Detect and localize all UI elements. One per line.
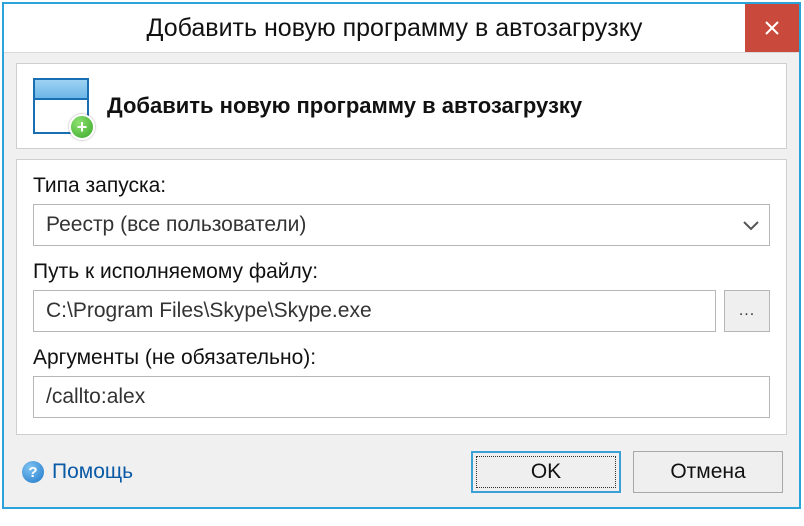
dialog-window: Добавить новую программу в автозагрузку …	[2, 2, 801, 509]
header-title: Добавить новую программу в автозагрузку	[107, 93, 582, 119]
help-icon: ?	[22, 461, 44, 483]
launch-type-select[interactable]: Реестр (все пользователи)	[33, 204, 770, 246]
titlebar: Добавить новую программу в автозагрузку	[4, 4, 799, 52]
header-panel: + Добавить новую программу в автозагрузк…	[16, 63, 787, 149]
args-label: Аргументы (не обязательно):	[33, 346, 770, 370]
launch-type-label: Типа запуска:	[33, 174, 770, 198]
ok-button[interactable]: OK	[471, 451, 621, 493]
help-label: Помощь	[52, 460, 133, 484]
browse-button[interactable]: ...	[724, 290, 770, 332]
window-title: Добавить новую программу в автозагрузку	[4, 4, 745, 52]
help-link[interactable]: ? Помощь	[22, 460, 133, 484]
form-panel: Типа запуска: Реестр (все пользователи) …	[16, 159, 787, 435]
launch-type-value: Реестр (все пользователи)	[46, 213, 306, 237]
footer: ? Помощь OK Отмена	[16, 445, 787, 495]
dialog-body: + Добавить новую программу в автозагрузк…	[4, 52, 799, 507]
chevron-down-icon	[743, 213, 759, 237]
path-label: Путь к исполняемому файлу:	[33, 260, 770, 284]
args-input[interactable]	[33, 376, 770, 418]
close-icon	[764, 20, 780, 36]
plus-badge-icon: +	[69, 114, 95, 140]
cancel-button[interactable]: Отмена	[633, 451, 783, 493]
close-button[interactable]	[745, 4, 799, 52]
path-input[interactable]	[33, 290, 716, 332]
add-program-icon: +	[33, 78, 89, 134]
